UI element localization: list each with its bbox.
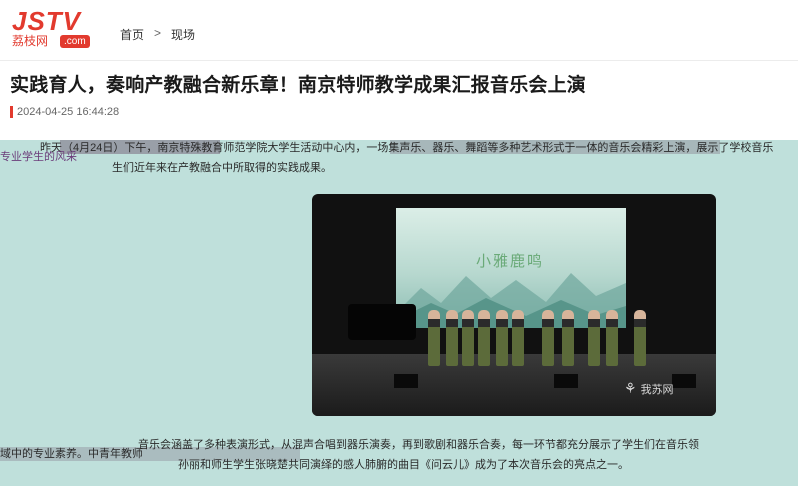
publish-datetime: 2024-04-25 16:44:28 bbox=[17, 106, 120, 118]
watermark-text: 我苏网 bbox=[640, 383, 674, 396]
paragraph-1-line-1: 昨天（4月24日）下午，南京特殊教育师范学院大学生活动中心内，一场集声乐、器乐、… bbox=[40, 142, 774, 154]
logo-subtitle: 荔枝网 bbox=[12, 34, 49, 48]
paragraph-1-line-3: 生们近年来在产教融合中所取得的实践成果。 bbox=[112, 162, 332, 174]
stage-speaker bbox=[672, 374, 696, 388]
paragraph-1-line-2: 专业学生的风采 bbox=[0, 151, 77, 163]
performer bbox=[446, 310, 458, 366]
performer bbox=[588, 310, 600, 366]
performer bbox=[542, 310, 554, 366]
site-header: JSTV 荔枝网 .com 首页 > 现场 bbox=[0, 0, 798, 61]
breadcrumb-separator: > bbox=[154, 26, 162, 40]
performer bbox=[606, 310, 618, 366]
article-photo: 小雅鹿鸣 ⚘ 我苏网 bbox=[312, 194, 716, 416]
performer bbox=[496, 310, 508, 366]
paragraph-2-line-1: 音乐会涵盖了多种表演形式，从混声合唱到器乐演奏，再到歌剧和器乐合奏，每一环节都充… bbox=[138, 439, 699, 451]
screen-title: 小雅鹿鸣 bbox=[476, 252, 545, 270]
stage-speaker bbox=[554, 374, 578, 388]
paragraph-2-line-3: 孙丽和师生学生张晓楚共同演绎的感人肺腑的曲目《问云儿》成为了本次音乐会的亮点之一… bbox=[178, 459, 629, 471]
breadcrumb: 首页 > 现场 bbox=[120, 26, 195, 43]
logo-domain-badge: .com bbox=[60, 35, 90, 48]
stage-speaker bbox=[394, 374, 418, 388]
performer bbox=[634, 310, 646, 366]
breadcrumb-home-link[interactable]: 首页 bbox=[120, 26, 144, 43]
broadcaster-logo-icon: ⚘ bbox=[624, 380, 637, 396]
performer bbox=[512, 310, 524, 366]
photo-watermark: ⚘ 我苏网 bbox=[624, 380, 674, 397]
performer bbox=[478, 310, 490, 366]
breadcrumb-current-link[interactable]: 现场 bbox=[171, 26, 195, 43]
article-title: 实践育人，奏响产教融合新乐章！南京特师教学成果汇报音乐会上演 bbox=[10, 74, 587, 96]
article-meta: 2024-04-25 16:44:28 bbox=[10, 106, 119, 118]
paragraph-2-line-2: 域中的专业素养。中青年教师 bbox=[0, 448, 143, 460]
site-logo[interactable]: JSTV 荔枝网 .com bbox=[12, 6, 102, 48]
performer bbox=[428, 310, 440, 366]
logo-wordmark: JSTV bbox=[12, 6, 82, 36]
meta-accent-bar bbox=[10, 106, 13, 118]
performer bbox=[562, 310, 574, 366]
performer bbox=[462, 310, 474, 366]
grand-piano bbox=[348, 304, 416, 340]
